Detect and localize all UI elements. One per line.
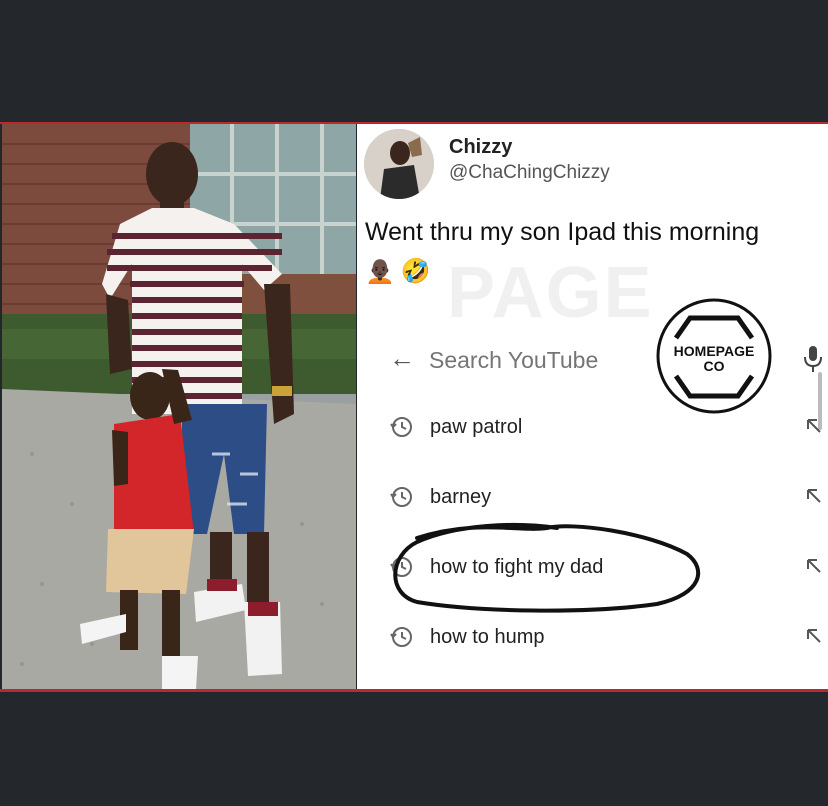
emoji-row: 🧑🏿‍🦲 🤣 [365, 258, 431, 286]
avatar-image [364, 129, 434, 199]
user-handle[interactable]: @ChaChingChizzy [449, 162, 610, 184]
logo-text-co: CO [703, 358, 725, 374]
father-son-photo [2, 124, 356, 690]
mic-icon[interactable] [802, 344, 824, 374]
history-clock-icon [390, 487, 412, 507]
history-clock-icon [390, 627, 412, 647]
suggestion-label: how to hump [430, 626, 545, 648]
youtube-search-input[interactable] [429, 346, 649, 374]
suggestion-item[interactable]: barney [357, 477, 828, 517]
homepage-co-logo: HOMEPAGE CO [654, 296, 774, 416]
avatar[interactable] [364, 129, 434, 199]
arrow-up-left-icon[interactable] [805, 557, 823, 575]
watermark-background-text: PAGE [447, 253, 654, 333]
rofl-emoji: 🤣 [400, 258, 431, 285]
arrow-up-left-icon[interactable] [805, 627, 823, 645]
suggestion-item[interactable]: paw patrol [357, 407, 828, 447]
history-clock-icon [390, 417, 412, 437]
back-arrow-icon[interactable]: ← [389, 345, 415, 371]
suggestion-label: how to fight my dad [430, 556, 604, 578]
suggestion-item[interactable]: how to hump [357, 617, 828, 657]
logo-text-homepage: HOMEPAGE [673, 343, 755, 359]
tweet-text: Went thru my son Ipad this morning [365, 218, 760, 246]
history-clock-icon [390, 557, 412, 577]
suggestion-label: paw patrol [430, 416, 523, 438]
suggestion-label: barney [430, 486, 492, 508]
display-name[interactable]: Chizzy [449, 136, 512, 159]
bottom-red-line [0, 689, 828, 692]
bottom-dark-band [0, 694, 828, 806]
arrow-up-left-icon[interactable] [805, 417, 823, 435]
bald-person-emoji: 🧑🏿‍🦲 [365, 258, 395, 285]
top-dark-band [0, 0, 828, 123]
tweet-screenshot: PAGE Chizzy @ChaChingChizzy Went thru my… [357, 124, 828, 690]
suggestion-item-circled[interactable]: how to fight my dad [357, 547, 828, 587]
arrow-up-left-icon[interactable] [805, 487, 823, 505]
